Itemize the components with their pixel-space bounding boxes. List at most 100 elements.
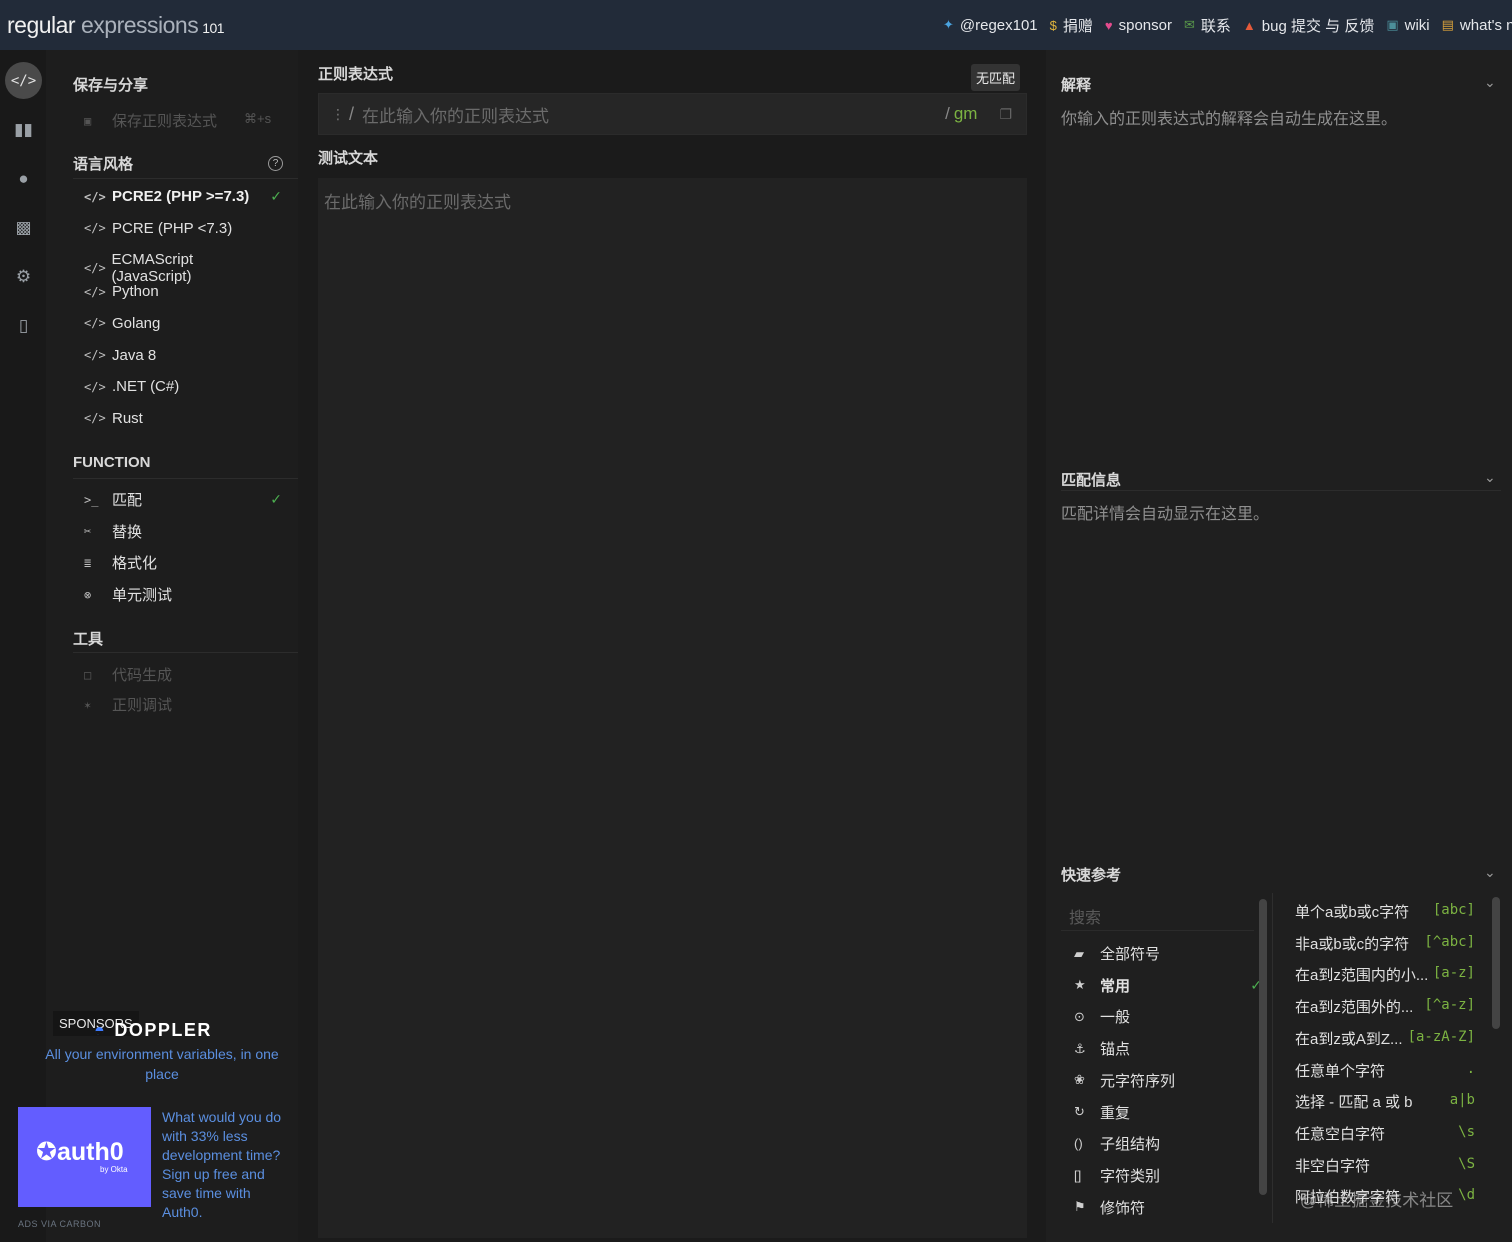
flavor-item[interactable]: </> ECMAScript (JavaScript) (84, 251, 274, 285)
function-label: 单元测试 (112, 587, 173, 605)
save-icon: ▣ (84, 113, 92, 128)
category-label: 元字符序列 (1100, 1072, 1176, 1090)
top-link-label: @regex101 (959, 16, 1038, 34)
flavor-item[interactable]: </> .NET (C#) (84, 378, 274, 395)
save-regex-label: 保存正则表达式 (112, 113, 218, 130)
flavor-title: 语言风格 (73, 156, 134, 173)
flavor-item[interactable]: </> PCRE (PHP <7.3) (84, 220, 274, 237)
flavor-item[interactable]: </> Python (84, 283, 274, 300)
divider (73, 178, 313, 179)
top-link[interactable]: ✦ @regex101 (943, 17, 1038, 34)
flavor-item[interactable]: </> Rust (84, 410, 274, 427)
top-link[interactable]: ▤ what's new? (1442, 17, 1512, 34)
regex-flags[interactable]: / gm (945, 104, 977, 124)
quickref-category[interactable]: ▰ 全部符号 (1074, 943, 1254, 964)
parens-icon: () (1074, 1136, 1083, 1152)
quickref-item-token[interactable]: [a-z] (1433, 965, 1475, 981)
regex-title: 正则表达式 (318, 66, 394, 83)
quickref-category[interactable]: () 子组结构 (1074, 1133, 1254, 1154)
quickref-item-token[interactable]: [a-zA-Z] (1408, 1029, 1475, 1045)
brand-logo[interactable]: regular expressions 101 (0, 11, 225, 39)
quickref-item-token[interactable]: \d (1458, 1187, 1475, 1203)
doppler-ad[interactable]: ◓ DOPPLER (94, 1020, 212, 1041)
function-item[interactable]: ✂ 替换 (84, 521, 274, 542)
code-icon: </> (84, 379, 106, 394)
top-link-label: 捐赠 (1062, 17, 1093, 35)
regex-placeholder: 在此输入你的正则表达式 (362, 106, 550, 126)
dollar-icon: $ (1049, 17, 1057, 33)
quickref-category[interactable]: ⊙ 一般 (1074, 1006, 1254, 1027)
quickref-category[interactable]: ⚑ 修饰符 (1074, 1197, 1254, 1218)
watermark: @稀土掘金技术社区 (1300, 1191, 1454, 1210)
tools-title: 工具 (73, 631, 104, 648)
flavor-label: PCRE2 (PHP >=7.3) (112, 188, 250, 205)
quickref-item-token[interactable]: \S (1458, 1156, 1475, 1172)
drag-handle-icon[interactable]: ⋮ (331, 106, 345, 123)
check-icon: ✓ (270, 188, 282, 204)
flavor-item[interactable]: </> Java 8 (84, 347, 274, 364)
code-icon: </> (84, 316, 106, 331)
top-link[interactable]: ▲ bug 提交 与 反馈 (1243, 15, 1374, 36)
quickref-category[interactable]: ⚓ 锚点 (1074, 1038, 1254, 1059)
top-link[interactable]: ♥ sponsor (1105, 17, 1172, 34)
tool-label: 代码生成 (112, 667, 173, 684)
tool-item[interactable]: □ 代码生成 (84, 664, 274, 685)
quickref-category[interactable]: ↻ 重复 (1074, 1102, 1254, 1123)
code-icon: </> (84, 284, 106, 299)
chat-icon[interactable]: ▯ (5, 307, 42, 344)
settings-icon[interactable]: ⚙ (5, 258, 42, 295)
ads-via-carbon[interactable]: ADS VIA CARBON (18, 1219, 101, 1229)
library-icon[interactable]: ▮▮ (5, 111, 42, 148)
star-icon: ★ (1074, 977, 1086, 993)
quickref-item-label[interactable]: 任意空白字符 (1295, 1123, 1475, 1144)
auth0-ad-image[interactable]: ✪auth0 by Okta (18, 1107, 151, 1207)
quickref-item-token[interactable]: a|b (1450, 1092, 1475, 1108)
save-shortcut: ⌘+s (244, 111, 272, 126)
layers-icon: ▰ (1074, 945, 1084, 961)
test-string-input[interactable]: 在此输入你的正则表达式 (318, 178, 1027, 1238)
quickref-category[interactable]: ★ 常用 ✓ (1074, 975, 1262, 996)
category-label: 字符类别 (1100, 1167, 1161, 1185)
regex-editor-icon[interactable]: </> (5, 62, 42, 99)
regex-input[interactable]: ⋮ / 在此输入你的正则表达式 / gm ❐ (318, 93, 1027, 135)
quickref-item-token[interactable]: [abc] (1433, 902, 1475, 918)
categories-scrollbar[interactable] (1259, 899, 1267, 1195)
quickref-item-label[interactable]: 非空白字符 (1295, 1155, 1475, 1176)
quickref-category[interactable]: [] 字符类别 (1074, 1165, 1254, 1186)
quickref-item-label[interactable]: 任意单个字符 (1295, 1060, 1475, 1081)
quickref-search-input[interactable]: 搜索 (1061, 895, 1254, 931)
chevron-down-icon[interactable]: ⌄ (1484, 864, 1496, 881)
divider (73, 478, 313, 479)
doppler-desc[interactable]: All your environment variables, in one p… (34, 1044, 290, 1084)
ad-text[interactable]: What would you do with 33% less developm… (162, 1108, 290, 1222)
refs-scrollbar[interactable] (1492, 897, 1500, 1029)
quickref-category[interactable]: ❀ 元字符序列 (1074, 1070, 1254, 1091)
code-icon: </> (84, 221, 106, 236)
help-icon[interactable]: ? (268, 156, 283, 171)
quickref-item-token[interactable]: [^abc] (1424, 934, 1475, 950)
top-link[interactable]: ▣ wiki (1386, 17, 1429, 34)
brand-main: regular (7, 11, 76, 38)
flavor-item[interactable]: </> Golang (84, 315, 274, 332)
function-item[interactable]: ⊗ 单元测试 (84, 584, 274, 605)
quickref-item-token[interactable]: \s (1458, 1124, 1475, 1140)
top-link[interactable]: $ 捐赠 (1050, 15, 1093, 36)
user-icon[interactable]: ● (5, 160, 42, 197)
game-icon[interactable]: ▩ (5, 209, 42, 246)
flavor-item[interactable]: </> PCRE2 (PHP >=7.3) ✓ (84, 188, 282, 205)
function-item[interactable]: ≣ 格式化 (84, 552, 274, 573)
function-item[interactable]: >_ 匹配 ✓ (84, 489, 282, 510)
chevron-down-icon[interactable]: ⌄ (1484, 469, 1496, 486)
tool-item[interactable]: ✶ 正则调试 (84, 694, 274, 715)
chevron-down-icon[interactable]: ⌄ (1484, 74, 1496, 91)
category-label: 锚点 (1100, 1041, 1131, 1059)
twitter-icon: ✦ (942, 17, 954, 32)
top-link[interactable]: ✉ 联系 (1184, 15, 1231, 36)
copy-icon[interactable]: ❐ (999, 106, 1012, 123)
quickref-item-token[interactable]: [^a-z] (1424, 997, 1475, 1013)
category-label: 全部符号 (1100, 946, 1161, 963)
quickref-title: 快速参考 (1061, 867, 1122, 884)
quickref-item-label[interactable]: 选择 - 匹配 a 或 b (1295, 1091, 1475, 1112)
quickref-item-token[interactable]: . (1467, 1061, 1475, 1077)
check-icon: ✓ (270, 491, 282, 507)
